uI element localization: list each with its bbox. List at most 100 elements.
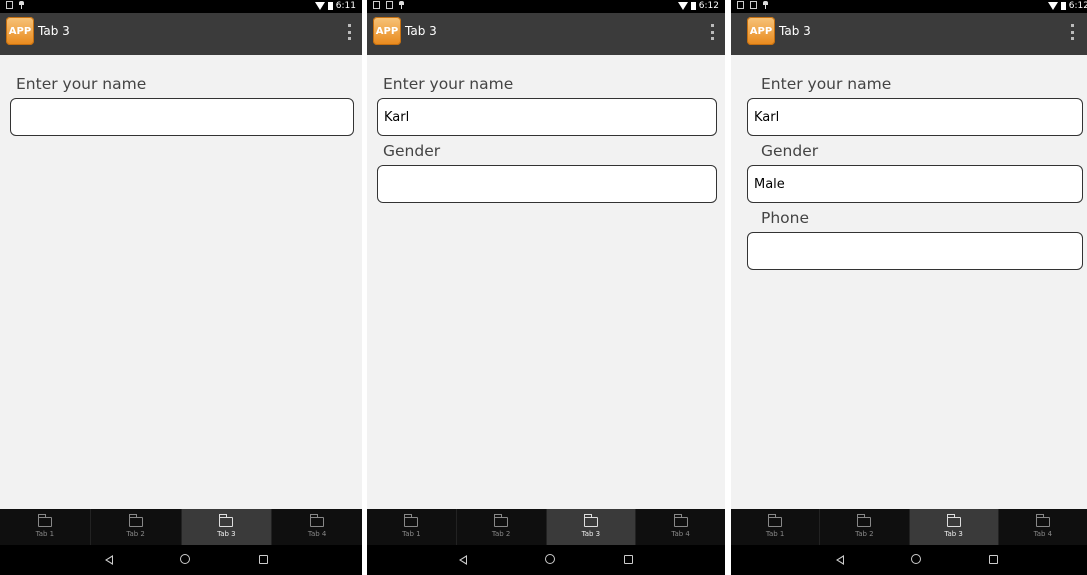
tab-label: Tab 3 — [581, 529, 601, 538]
home-icon[interactable] — [180, 554, 190, 564]
status-bar: 6:11 — [0, 0, 362, 13]
back-icon[interactable] — [105, 555, 113, 565]
tab-1[interactable]: Tab 1 — [731, 509, 821, 545]
tab-label: Tab 2 — [126, 529, 145, 538]
tab-bar: Tab 1 Tab 2 Tab 3 Tab 4 — [731, 509, 1087, 545]
form: Enter your name — [0, 55, 362, 136]
folder-icon — [1035, 513, 1050, 527]
tab-label: Tab 3 — [944, 529, 963, 538]
recents-icon[interactable] — [624, 555, 633, 564]
action-bar: APP Tab 3 — [367, 13, 725, 55]
status-bar: 6:12 — [367, 0, 725, 13]
status-bar: 6:12 — [731, 0, 1087, 13]
tab-label: Tab 2 — [855, 529, 874, 538]
folder-icon — [857, 513, 872, 527]
folder-icon — [946, 513, 961, 527]
wifi-icon — [677, 2, 688, 10]
status-time: 6:11 — [335, 1, 356, 11]
notification-icon — [750, 1, 757, 9]
folder-icon — [310, 513, 325, 527]
tab-label: Tab 4 — [671, 529, 690, 538]
tab-label: Tab 1 — [35, 529, 55, 538]
phone-screen-2: 6:12 APP Tab 3 Enter your name Karl Gend… — [367, 0, 725, 575]
home-icon[interactable] — [545, 554, 555, 564]
name-label: Enter your name — [16, 75, 147, 93]
notification-icon — [6, 1, 13, 9]
back-icon[interactable] — [836, 555, 844, 565]
app-icon[interactable]: APP — [747, 17, 775, 45]
tab-2[interactable]: Tab 2 — [91, 509, 182, 545]
name-input[interactable]: Karl — [747, 98, 1083, 136]
folder-icon — [673, 513, 688, 527]
recents-icon[interactable] — [989, 555, 998, 564]
folder-icon — [583, 513, 598, 527]
tab-2[interactable]: Tab 2 — [457, 509, 547, 545]
notification-icon — [737, 1, 744, 9]
phone-screen-1: 6:11 APP Tab 3 Enter your name Tab 1 Tab… — [0, 0, 362, 575]
form: Enter your name Karl Gender Male Phone — [731, 55, 1087, 270]
name-label: Enter your name — [383, 75, 514, 93]
name-label: Enter your name — [761, 75, 892, 93]
notification-icon — [373, 1, 380, 9]
tab-1[interactable]: Tab 1 — [0, 509, 91, 545]
home-icon[interactable] — [911, 554, 921, 564]
battery-icon — [690, 2, 696, 10]
folder-icon — [768, 513, 783, 527]
tab-label: Tab 4 — [1033, 529, 1053, 538]
tab-1[interactable]: Tab 1 — [367, 509, 457, 545]
notification-icon — [19, 1, 24, 9]
tab-label: Tab 2 — [491, 529, 511, 538]
tab-3[interactable]: Tab 3 — [909, 509, 999, 545]
action-bar: APP Tab 3 — [731, 13, 1087, 55]
notification-icon — [386, 1, 393, 9]
battery-icon — [327, 2, 333, 10]
phone-input[interactable] — [747, 232, 1083, 270]
folder-icon — [37, 513, 52, 527]
battery-icon — [1060, 2, 1066, 10]
action-bar-title: Tab 3 — [405, 24, 437, 38]
tab-3[interactable]: Tab 3 — [181, 509, 273, 545]
gender-input[interactable] — [377, 165, 717, 203]
back-icon[interactable] — [459, 555, 467, 565]
tab-2[interactable]: Tab 2 — [820, 509, 910, 545]
app-icon[interactable]: APP — [373, 17, 401, 45]
action-bar: APP Tab 3 — [0, 13, 362, 55]
overflow-menu-icon[interactable] — [1067, 24, 1077, 40]
tab-bar: Tab 1 Tab 2 Tab 3 Tab 4 — [367, 509, 725, 545]
navigation-bar — [0, 545, 362, 575]
overflow-menu-icon[interactable] — [707, 24, 717, 40]
wifi-icon — [314, 2, 325, 10]
recents-icon[interactable] — [259, 555, 268, 564]
folder-icon — [128, 513, 143, 527]
tab-bar: Tab 1 Tab 2 Tab 3 Tab 4 — [0, 509, 362, 545]
name-input[interactable] — [10, 98, 354, 136]
tab-4[interactable]: Tab 4 — [272, 509, 362, 545]
action-bar-title: Tab 3 — [38, 24, 70, 38]
gender-label: Gender — [761, 142, 819, 160]
notification-icon — [399, 1, 404, 9]
app-icon[interactable]: APP — [6, 17, 34, 45]
status-time: 6:12 — [698, 1, 719, 11]
tab-4[interactable]: Tab 4 — [636, 509, 725, 545]
gender-label: Gender — [383, 142, 441, 160]
name-input[interactable]: Karl — [377, 98, 717, 136]
navigation-bar — [367, 545, 725, 575]
phone-label: Phone — [761, 209, 810, 227]
action-bar-title: Tab 3 — [779, 24, 811, 38]
phone-screen-3: 6:12 APP Tab 3 Enter your name Karl Gend… — [731, 0, 1087, 575]
status-time: 6:12 — [1068, 1, 1087, 11]
wifi-icon — [1047, 2, 1058, 10]
form: Enter your name Karl Gender — [367, 55, 725, 203]
notification-icon — [763, 1, 768, 9]
tab-4[interactable]: Tab 4 — [999, 509, 1087, 545]
gender-input[interactable]: Male — [747, 165, 1083, 203]
tab-label: Tab 1 — [765, 529, 785, 538]
navigation-bar — [731, 545, 1087, 575]
overflow-menu-icon[interactable] — [344, 24, 354, 40]
folder-icon — [404, 513, 419, 527]
tab-3[interactable]: Tab 3 — [546, 509, 637, 545]
tab-label: Tab 4 — [307, 529, 327, 538]
tab-label: Tab 3 — [217, 529, 236, 538]
folder-icon — [494, 513, 509, 527]
tab-label: Tab 1 — [402, 529, 421, 538]
